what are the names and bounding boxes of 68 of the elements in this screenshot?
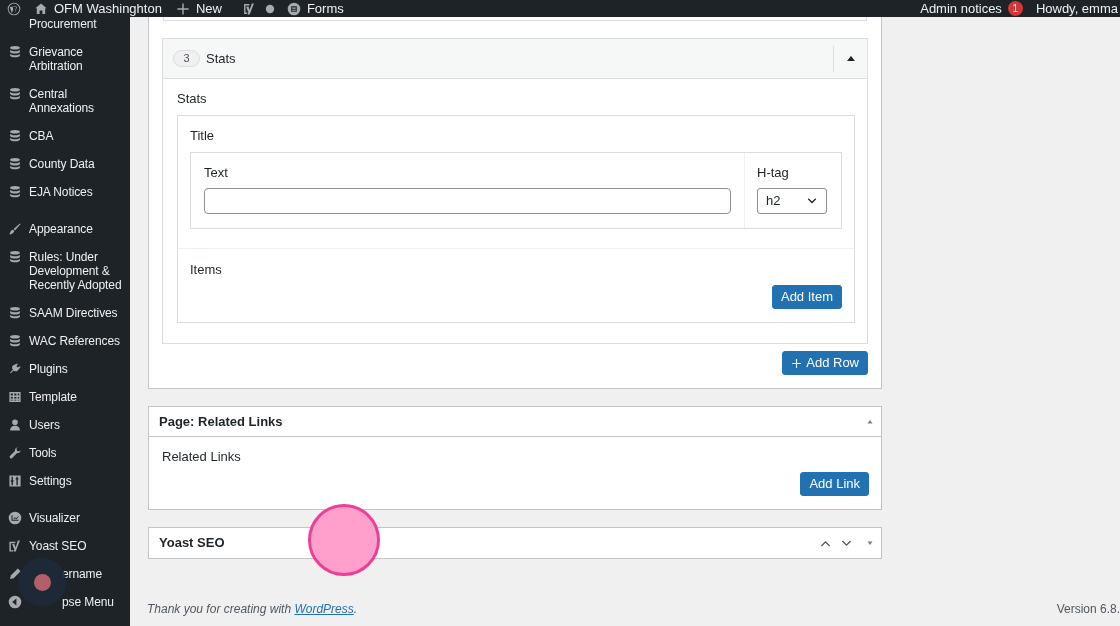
forms-icon[interactable]	[286, 1, 301, 16]
field-label: Related Links	[162, 450, 242, 464]
row-title: Stats	[206, 51, 236, 66]
sidebar-menu-item[interactable]: ername	[62, 567, 103, 581]
panel-title: Yoast SEO	[159, 536, 225, 550]
pencil-icon	[8, 567, 22, 581]
brush-icon	[8, 222, 22, 236]
wordpress-link[interactable]: WordPress	[294, 602, 354, 616]
sidebar-menu-item[interactable]: Plugins	[29, 362, 68, 376]
notification-count: 1	[1007, 1, 1023, 16]
settings-icon	[8, 474, 22, 488]
database-icon	[8, 45, 22, 59]
grid-icon	[8, 390, 22, 404]
plug-icon	[8, 362, 22, 376]
database-icon	[8, 250, 22, 264]
sidebar-menu-item[interactable]: County Data	[29, 157, 95, 171]
panel-title: Page: Related Links	[159, 414, 283, 429]
database-icon	[8, 129, 22, 143]
sidebar-menu-item[interactable]: Visualizer	[29, 511, 80, 525]
plus-icon[interactable]	[175, 1, 190, 16]
field-label: Text	[204, 166, 229, 180]
text-input-field[interactable]	[204, 188, 731, 214]
add-row-button[interactable]: Add Row	[782, 351, 868, 375]
sidebar-menu-item[interactable]: Tools	[29, 446, 57, 460]
field-label: Stats	[177, 92, 208, 106]
sidebar-menu-item[interactable]: WAC References	[29, 334, 120, 348]
database-icon	[8, 334, 22, 348]
field-label: Title	[190, 129, 216, 143]
chart-icon	[8, 511, 22, 525]
sidebar-menu-item[interactable]: CBA	[29, 129, 54, 143]
database-icon	[8, 185, 22, 199]
sidebar-menu-item[interactable]: Yoast SEO	[29, 539, 87, 553]
add-item-button[interactable]: Add Item	[771, 285, 842, 309]
user-greeting-link[interactable]: Howdy, emma	[1035, 0, 1118, 17]
sidebar-menu-item[interactable]: Appearance	[29, 222, 93, 236]
site-name-link[interactable]: OFM Washinghton	[54, 0, 162, 17]
add-link-button[interactable]: Add Link	[800, 472, 869, 496]
collapse-icon	[8, 595, 22, 609]
sidebar-menu-item[interactable]: Users	[29, 418, 60, 432]
forms-link[interactable]: Forms	[306, 0, 344, 17]
wrench-icon	[8, 446, 22, 460]
yoast-icon[interactable]	[241, 1, 256, 16]
footer-credit: Thank you for creating with WordPress.	[147, 602, 358, 616]
sidebar-menu-item[interactable]: pse Menu	[62, 595, 114, 609]
sidebar-menu-item[interactable]: Grievance Arbitration	[29, 45, 130, 73]
sidebar-menu-item[interactable]: Procurement	[29, 17, 97, 31]
collapse-caret-icon	[845, 54, 856, 63]
new-link[interactable]: New	[195, 0, 222, 17]
sidebar-menu-item[interactable]: Template	[29, 390, 77, 404]
database-icon	[8, 87, 22, 101]
row-number: 3	[173, 50, 200, 67]
sidebar-menu-item[interactable]: EJA Notices	[29, 185, 93, 199]
field-label: Items	[190, 263, 223, 277]
user-icon	[8, 418, 22, 432]
htag-select[interactable]: h2	[757, 188, 827, 214]
database-icon	[8, 157, 22, 171]
sidebar-menu-item[interactable]: Central Annexations	[29, 87, 130, 115]
admin-notices-link[interactable]: Admin notices	[920, 0, 1002, 17]
sidebar-menu-item[interactable]: Rules: Under Development & Recently Adopted	[29, 250, 130, 292]
sidebar-menu-item[interactable]: Settings	[29, 474, 72, 488]
wordpress-logo-icon[interactable]	[7, 1, 21, 16]
plus-icon	[791, 357, 803, 369]
sidebar-menu-item[interactable]: SAAM Directives	[29, 306, 118, 320]
home-icon[interactable]	[34, 1, 48, 16]
database-icon	[8, 306, 22, 320]
version-text: Version 6.8.	[1056, 602, 1120, 616]
yoast-icon	[8, 539, 22, 553]
field-label: H-tag	[757, 166, 790, 180]
